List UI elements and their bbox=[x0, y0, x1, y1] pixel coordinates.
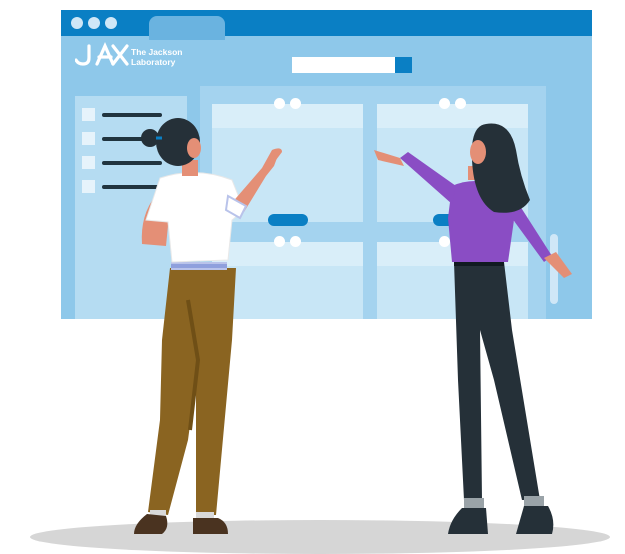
left-person bbox=[134, 118, 282, 534]
people-figures bbox=[134, 118, 572, 534]
illustration: The Jackson Laboratory bbox=[0, 0, 625, 554]
right-person bbox=[374, 123, 572, 534]
